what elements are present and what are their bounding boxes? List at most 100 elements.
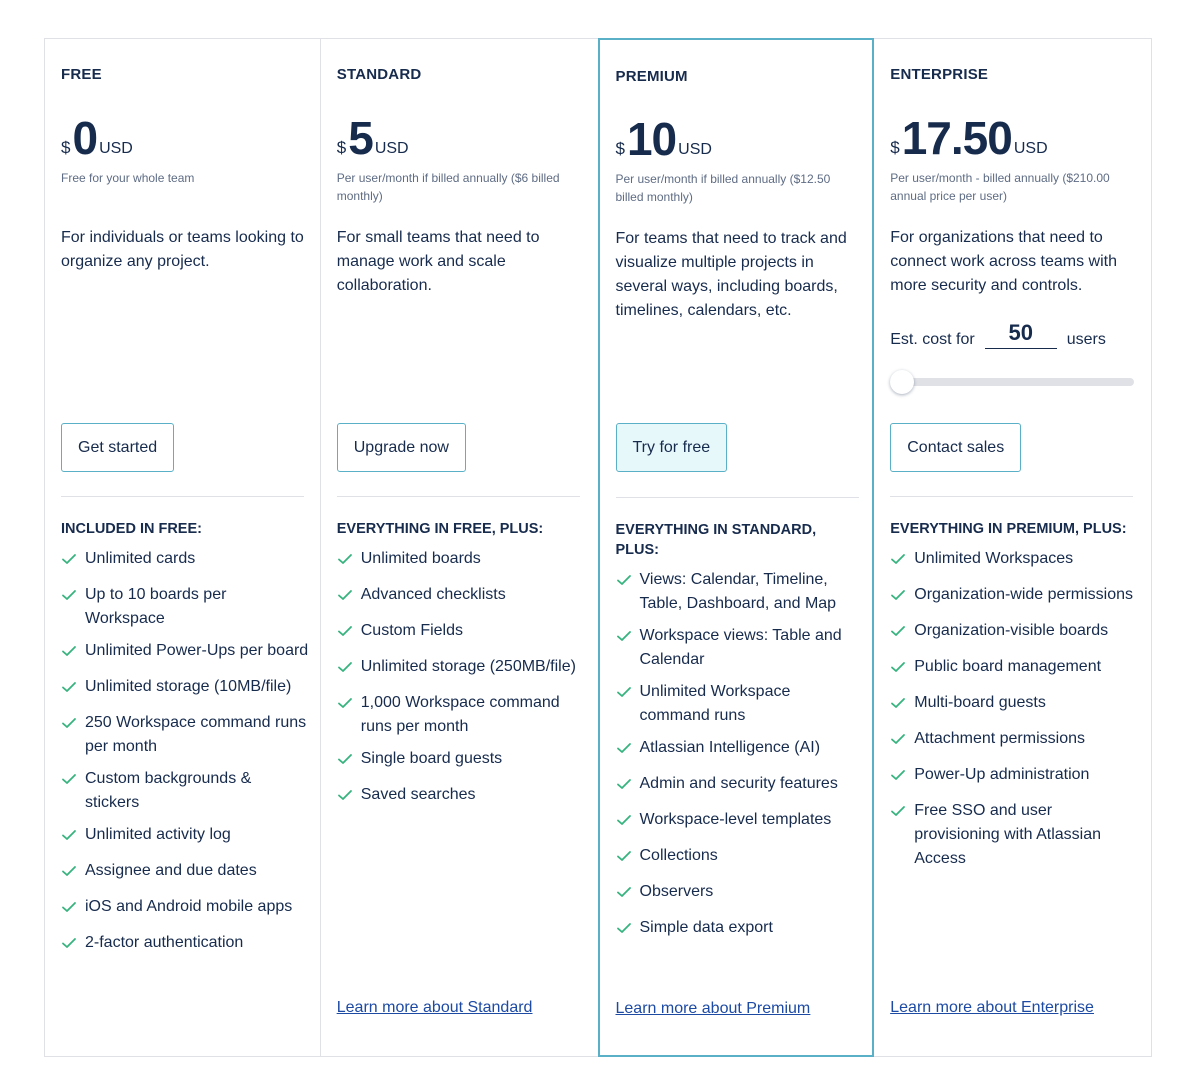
check-icon (616, 916, 640, 944)
feature-item: Custom Fields (337, 619, 585, 647)
feature-text: Admin and security features (639, 775, 838, 792)
check-icon (890, 619, 914, 647)
feature-item: Power-Up administration (890, 763, 1138, 791)
check-icon (337, 783, 361, 811)
check-icon (61, 859, 85, 887)
check-icon (337, 547, 361, 575)
check-icon (61, 639, 85, 667)
learn-more-enterprise-link[interactable]: Learn more about Enterprise (890, 999, 1094, 1017)
feature-item: Single board guests (337, 747, 585, 775)
currency-code: USD (99, 140, 133, 157)
feature-text: Saved searches (360, 786, 476, 803)
currency-code: USD (374, 140, 409, 157)
check-icon (890, 655, 914, 683)
price-note: Per user/month if billed annually ($6 bi… (336, 171, 560, 203)
check-icon (890, 727, 914, 755)
plan-price: $ 0 USD (61, 109, 133, 161)
check-icon (61, 895, 85, 923)
price-note: Per user/month - billed annually ($210.0… (890, 171, 1110, 203)
feature-text: 1,000 Workspace command runs per month (360, 694, 560, 735)
feature-text: Unlimited storage (10MB/file) (85, 678, 292, 695)
feature-text: Multi-board guests (914, 694, 1046, 711)
check-icon (616, 772, 640, 800)
currency-code: USD (678, 141, 712, 158)
feature-text: Custom Fields (360, 622, 463, 639)
check-icon (61, 583, 85, 631)
feature-text: 250 Workspace command runs per month (85, 714, 307, 755)
feature-item: Simple data export (616, 916, 864, 944)
currency-code: USD (1013, 140, 1048, 157)
feature-text: iOS and Android mobile apps (85, 898, 293, 915)
divider (890, 496, 1134, 497)
feature-item: Advanced checklists (337, 583, 585, 611)
feature-text: Simple data export (639, 919, 773, 936)
feature-item: Public board management (890, 655, 1138, 683)
feature-text: Up to 10 boards per Workspace (85, 586, 227, 627)
check-icon (890, 547, 914, 575)
feature-item: Workspace-level templates (616, 808, 864, 836)
check-icon (890, 799, 914, 871)
user-count-input[interactable] (984, 320, 1057, 349)
price-note: Per user/month if billed annually ($12.5… (615, 172, 831, 204)
features-title: EVERYTHING IN STANDARD, PLUS: (615, 522, 817, 558)
learn-more-link-text[interactable]: Learn more about Premium (616, 1000, 811, 1017)
price-amount: 10 (626, 113, 677, 165)
plan-description: For teams that need to track and visuali… (615, 230, 847, 319)
learn-more-link-text[interactable]: Learn more about Standard (337, 999, 533, 1016)
feature-item: Organization-wide permissions (890, 583, 1138, 611)
feature-item: Views: Calendar, Timeline, Table, Dashbo… (616, 568, 864, 616)
feature-item: Unlimited Power-Ups per board (61, 639, 309, 667)
plan-name: PREMIUM (615, 68, 688, 85)
price-amount: 5 (348, 112, 374, 164)
price-note: Free for your whole team (61, 171, 195, 185)
feature-text: Unlimited Workspaces (914, 550, 1074, 567)
plan-description: For small teams that need to manage work… (336, 229, 540, 294)
plan-name: ENTERPRISE (890, 66, 989, 83)
feature-item: Unlimited Workspaces (890, 547, 1138, 575)
plan-name: STANDARD (336, 66, 422, 83)
plan-description: For individuals or teams looking to orga… (61, 229, 304, 270)
check-icon (61, 547, 85, 575)
feature-item: Unlimited storage (250MB/file) (337, 655, 585, 683)
check-icon (890, 583, 914, 611)
currency-symbol: $ (615, 139, 625, 158)
learn-more-link-text[interactable]: Learn more about Enterprise (890, 999, 1094, 1016)
feature-text: Public board management (914, 658, 1102, 675)
feature-item: Atlassian Intelligence (AI) (616, 736, 864, 764)
check-icon (337, 583, 361, 611)
feature-item: Assignee and due dates (61, 859, 309, 887)
estimate-prefix: Est. cost for (890, 331, 975, 348)
upgrade-now-button[interactable]: Upgrade now (336, 423, 466, 472)
feature-text: Observers (639, 883, 714, 900)
feature-item: Unlimited storage (10MB/file) (61, 675, 309, 703)
feature-item: 2-factor authentication (61, 931, 309, 959)
check-icon (61, 931, 85, 959)
feature-text: Unlimited storage (250MB/file) (360, 658, 576, 675)
get-started-button[interactable]: Get started (61, 423, 175, 472)
feature-item: Collections (616, 844, 864, 872)
plan-price: $ 17.50 USD (890, 109, 1047, 161)
feature-item: Free SSO and user provisioning with Atla… (890, 799, 1138, 871)
check-icon (616, 568, 640, 616)
check-icon (61, 675, 85, 703)
check-icon (616, 808, 640, 836)
slider-thumb[interactable] (890, 370, 915, 394)
feature-text: Custom backgrounds & stickers (85, 770, 252, 811)
contact-sales-button[interactable]: Contact sales (890, 423, 1022, 472)
feature-item: Unlimited cards (61, 547, 309, 575)
feature-text: Organization-wide permissions (914, 586, 1134, 603)
feature-item: Observers (616, 880, 864, 908)
learn-more-premium-link[interactable]: Learn more about Premium (616, 1000, 811, 1018)
learn-more-standard-link[interactable]: Learn more about Standard (337, 999, 533, 1017)
currency-symbol: $ (336, 138, 347, 157)
feature-item: Unlimited boards (337, 547, 585, 575)
user-count-slider[interactable] (890, 370, 1135, 394)
check-icon (616, 624, 640, 672)
feature-text: Single board guests (360, 750, 503, 767)
feature-text: Collections (639, 847, 718, 864)
feature-text: 2-factor authentication (85, 934, 244, 951)
feature-text: Atlassian Intelligence (AI) (639, 739, 821, 756)
features-title: EVERYTHING IN FREE, PLUS: (336, 521, 544, 537)
cost-estimator: Est. cost for users (890, 320, 1106, 349)
try-for-free-button[interactable]: Try for free (615, 423, 728, 472)
